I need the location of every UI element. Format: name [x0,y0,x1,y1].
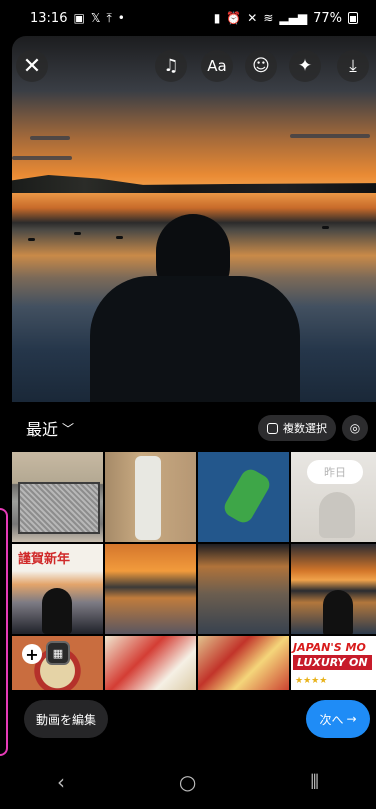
yesterday-label: 昨日 [307,460,363,484]
bird [28,238,35,241]
thumb-geese[interactable] [198,544,289,634]
camera-icon: ◎ [349,421,361,435]
mini-person [323,590,353,634]
thumb-new-year[interactable]: 謹賀新年 [12,544,103,634]
multi-select-label: 複数選択 [283,422,327,435]
music-button[interactable]: ♫ [155,50,187,82]
gallery-grid: 昨日 謹賀新年 + ▦ JAPAN'S MO LUXURY ON ★★★★ [12,452,376,690]
upload-icon: ⤒ [106,10,112,25]
cloud [12,156,72,160]
add-icon[interactable]: + [22,644,42,664]
japan-text-line1: JAPAN'S MO [293,641,366,654]
dot-icon: • [117,11,125,25]
alarm-icon: ⏰ [226,11,242,25]
multi-select-button[interactable]: 複数選択 [258,415,336,441]
person-silhouette [90,214,300,402]
battery-icon [348,12,358,24]
signal-icon: ▂▄▆ [279,11,308,25]
sticker-icon: ☺ [252,56,270,76]
cloud [290,134,370,138]
japan-text: JAPAN'S MO LUXURY ON [293,640,372,670]
recents-icon[interactable]: ⦀ [310,770,319,794]
x-logo-icon: 𝕏 [90,11,101,25]
next-label: 次へ [319,712,344,727]
thumb-sunset-person[interactable] [291,544,376,634]
gallery-header: 最近 ﹀ 複数選択 ◎ [0,402,376,452]
thumb-japan[interactable]: JAPAN'S MO LUXURY ON ★★★★ [291,636,376,690]
download-button[interactable]: ⤓ [337,50,369,82]
horizon-landmass [12,175,376,193]
text-icon: Aa [207,57,227,75]
bottom-bar: 動画を編集 次へ → [0,690,376,754]
silhouette-body [90,276,300,402]
cloud [30,136,70,140]
thumb-noodle[interactable]: + ▦ [12,636,103,690]
thumb-tv[interactable] [12,452,103,542]
bird [322,226,329,229]
status-left: 13:16 ▣ 𝕏 ⤒ • [30,11,125,26]
edit-video-button[interactable]: 動画を編集 [24,700,109,738]
ghost-person [319,492,355,538]
home-icon[interactable]: ○ [179,770,196,794]
image-icon: ▣ [73,11,85,25]
thumb-sunset[interactable] [105,544,196,634]
wifi-icon: ≋ [263,11,274,25]
close-button[interactable]: ✕ [16,50,48,82]
effects-button[interactable]: ✦ [289,50,321,82]
story-preview [12,36,376,402]
thumb-remote[interactable] [105,452,196,542]
edit-video-label: 動画を編集 [36,712,97,727]
back-icon[interactable]: ‹ [57,770,65,794]
chevron-down-icon: ﹀ [62,421,75,436]
star-rating: ★★★★ [295,676,328,686]
status-bar: 13:16 ▣ 𝕏 ⤒ • ▮ ⏰ ✕ ≋ ▂▄▆ 77% [0,0,376,36]
sticker-button[interactable]: ☺ [245,50,277,82]
recents-dropdown[interactable]: 最近 ﹀ [26,416,74,440]
new-year-text: 謹賀新年 [18,552,71,567]
thumb-noodle-package[interactable] [105,636,196,690]
mini-person [42,588,72,634]
camera-button[interactable]: ◎ [342,415,368,441]
status-right: ▮ ⏰ ✕ ≋ ▂▄▆ 77% [214,11,358,26]
battery-percent: 77% [313,10,342,26]
status-time: 13:16 [30,10,68,26]
sticker-thumb-icon[interactable]: ▦ [46,641,70,665]
thumb-map[interactable] [198,452,289,542]
bird [74,232,81,235]
effects-icon: ✦ [297,56,313,76]
arrow-right-icon: → [346,712,357,726]
lock-icon: ▮ [213,11,221,25]
japan-text-line2: LUXURY ON [293,655,372,670]
thumb-yesterday[interactable]: 昨日 [291,452,376,542]
mute-icon: ✕ [247,11,258,25]
download-icon: ⤓ [349,56,357,76]
text-button[interactable]: Aa [201,50,233,82]
side-accent [0,508,8,756]
thumb-noodle-package-2[interactable] [198,636,289,690]
next-button[interactable]: 次へ → [306,700,370,738]
close-icon: ✕ [22,53,42,79]
multi-select-icon [267,422,278,434]
system-nav-bar: ‹ ○ ⦀ [0,754,376,809]
music-icon: ♫ [163,56,179,76]
recents-label: 最近 [26,420,59,439]
